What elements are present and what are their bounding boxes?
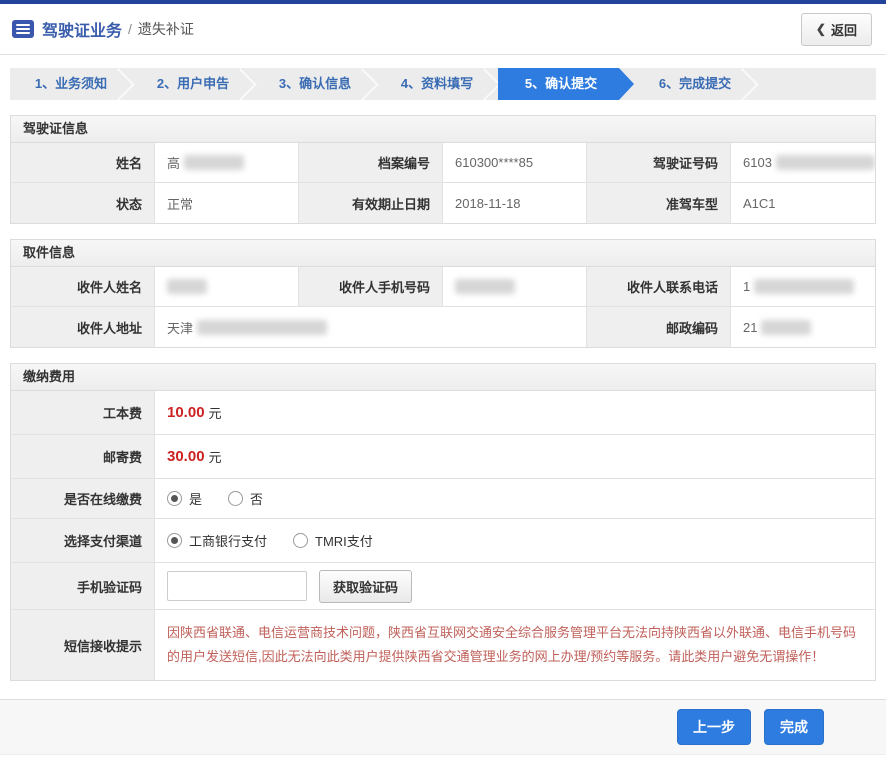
pickup-info-section: 取件信息 收件人姓名 收件人手机号码 收件人联系电话 1 收件人地址 天津 邮政… bbox=[10, 239, 876, 348]
address-label: 收件人地址 bbox=[11, 307, 155, 347]
sms-notice-label: 短信接收提示 bbox=[11, 610, 155, 680]
action-footer: 上一步 完成 bbox=[0, 699, 886, 755]
pay-channel-icbc-radio[interactable]: 工商银行支付 bbox=[167, 531, 267, 550]
step-wizard: 1、业务须知 2、用户申告 3、确认信息 4、资料填写 5、确认提交 6、完成提… bbox=[10, 68, 876, 100]
radio-dot-icon bbox=[293, 533, 308, 548]
postage-fee-amount: 30.00 bbox=[167, 448, 205, 465]
expiry-label: 有效期止日期 bbox=[299, 183, 443, 223]
sms-code-field: 获取验证码 bbox=[155, 563, 875, 610]
recipient-phone-label: 收件人联系电话 bbox=[587, 267, 731, 307]
step-2-user-declaration[interactable]: 2、用户申告 bbox=[132, 68, 254, 100]
redaction-blur bbox=[455, 279, 515, 294]
step-bar-filler bbox=[756, 68, 876, 100]
license-menu-icon bbox=[12, 20, 34, 38]
expiry-value: 2018-11-18 bbox=[443, 183, 587, 223]
recipient-mobile-value bbox=[443, 267, 587, 307]
get-sms-code-button[interactable]: 获取验证码 bbox=[319, 570, 412, 603]
sms-notice-text: 因陕西省联通、电信运营商技术问题，陕西省互联网交通安全综合服务管理平台无法向持陕… bbox=[167, 611, 875, 679]
recipient-name-value bbox=[155, 267, 299, 307]
file-no-value: 610300****85 bbox=[443, 143, 587, 183]
postcode-value: 21 bbox=[731, 307, 875, 347]
breadcrumb-separator: / bbox=[128, 21, 132, 37]
postage-fee-label: 邮寄费 bbox=[11, 435, 155, 479]
sms-code-input[interactable] bbox=[167, 571, 307, 601]
online-pay-yes-radio[interactable]: 是 bbox=[167, 489, 202, 508]
license-section-title: 驾驶证信息 bbox=[11, 116, 875, 143]
recipient-phone-value: 1 bbox=[731, 267, 875, 307]
redaction-blur bbox=[754, 279, 854, 294]
status-value: 正常 bbox=[155, 183, 299, 223]
breadcrumb-current: 遗失补证 bbox=[138, 19, 194, 39]
step-1-business-notice[interactable]: 1、业务须知 bbox=[10, 68, 132, 100]
license-info-section: 驾驶证信息 姓名 高 档案编号 610300****85 驾驶证号码 6103 … bbox=[10, 115, 876, 224]
online-pay-no-label: 否 bbox=[250, 489, 263, 508]
online-pay-no-radio[interactable]: 否 bbox=[228, 489, 263, 508]
address-value: 天津 bbox=[155, 307, 587, 347]
redaction-blur bbox=[197, 320, 327, 335]
finish-button[interactable]: 完成 bbox=[764, 709, 824, 745]
pay-channel-options: 工商银行支付 TMRI支付 bbox=[155, 519, 875, 563]
fees-section-title: 缴纳费用 bbox=[11, 364, 875, 391]
license-no-value: 6103 bbox=[731, 143, 875, 183]
main-content: 1、业务须知 2、用户申告 3、确认信息 4、资料填写 5、确认提交 6、完成提… bbox=[0, 68, 886, 681]
online-pay-options: 是 否 bbox=[155, 479, 875, 519]
redaction-blur bbox=[776, 155, 875, 170]
back-button[interactable]: ❮ 返回 bbox=[801, 13, 872, 46]
page-title: 驾驶证业务 bbox=[42, 17, 122, 41]
back-button-label: 返回 bbox=[831, 20, 857, 39]
sms-notice-cell: 因陕西省联通、电信运营商技术问题，陕西省互联网交通安全综合服务管理平台无法向持陕… bbox=[155, 610, 875, 680]
name-value: 高 bbox=[155, 143, 299, 183]
file-no-label: 档案编号 bbox=[299, 143, 443, 183]
page: 驾驶证业务 / 遗失补证 ❮ 返回 1、业务须知 2、用户申告 3、确认信息 4… bbox=[0, 0, 886, 766]
vehicle-class-value: A1C1 bbox=[731, 183, 875, 223]
step-4-fill-materials[interactable]: 4、资料填写 bbox=[376, 68, 498, 100]
step-6-complete-submit[interactable]: 6、完成提交 bbox=[634, 68, 756, 100]
pay-channel-label: 选择支付渠道 bbox=[11, 519, 155, 563]
online-pay-yes-label: 是 bbox=[189, 489, 202, 508]
name-label: 姓名 bbox=[11, 143, 155, 183]
license-no-label: 驾驶证号码 bbox=[587, 143, 731, 183]
radio-dot-icon bbox=[167, 533, 182, 548]
pickup-section-title: 取件信息 bbox=[11, 240, 875, 267]
postage-fee-unit: 元 bbox=[209, 447, 222, 466]
redaction-blur bbox=[184, 155, 244, 170]
redaction-blur bbox=[167, 279, 207, 294]
page-header: 驾驶证业务 / 遗失补证 ❮ 返回 bbox=[0, 4, 886, 55]
step-3-confirm-info[interactable]: 3、确认信息 bbox=[254, 68, 376, 100]
fees-section: 缴纳费用 工本费 10.00元 邮寄费 30.00元 是否在线缴费 是 否 bbox=[10, 363, 876, 681]
vehicle-class-label: 准驾车型 bbox=[587, 183, 731, 223]
pay-channel-icbc-label: 工商银行支付 bbox=[189, 531, 267, 550]
postcode-label: 邮政编码 bbox=[587, 307, 731, 347]
radio-dot-icon bbox=[167, 491, 182, 506]
radio-dot-icon bbox=[228, 491, 243, 506]
online-pay-label: 是否在线缴费 bbox=[11, 479, 155, 519]
pay-channel-tmri-label: TMRI支付 bbox=[315, 531, 373, 550]
work-fee-amount: 10.00 bbox=[167, 404, 205, 421]
redaction-blur bbox=[761, 320, 811, 335]
recipient-name-label: 收件人姓名 bbox=[11, 267, 155, 307]
previous-step-button[interactable]: 上一步 bbox=[677, 709, 751, 745]
back-chevron-icon: ❮ bbox=[816, 22, 826, 36]
status-label: 状态 bbox=[11, 183, 155, 223]
work-fee-value: 10.00元 bbox=[155, 391, 875, 435]
work-fee-unit: 元 bbox=[209, 403, 222, 422]
recipient-mobile-label: 收件人手机号码 bbox=[299, 267, 443, 307]
step-5-confirm-submit[interactable]: 5、确认提交 bbox=[498, 68, 634, 100]
pay-channel-tmri-radio[interactable]: TMRI支付 bbox=[293, 531, 373, 550]
postage-fee-value: 30.00元 bbox=[155, 435, 875, 479]
work-fee-label: 工本费 bbox=[11, 391, 155, 435]
sms-code-label: 手机验证码 bbox=[11, 563, 155, 610]
